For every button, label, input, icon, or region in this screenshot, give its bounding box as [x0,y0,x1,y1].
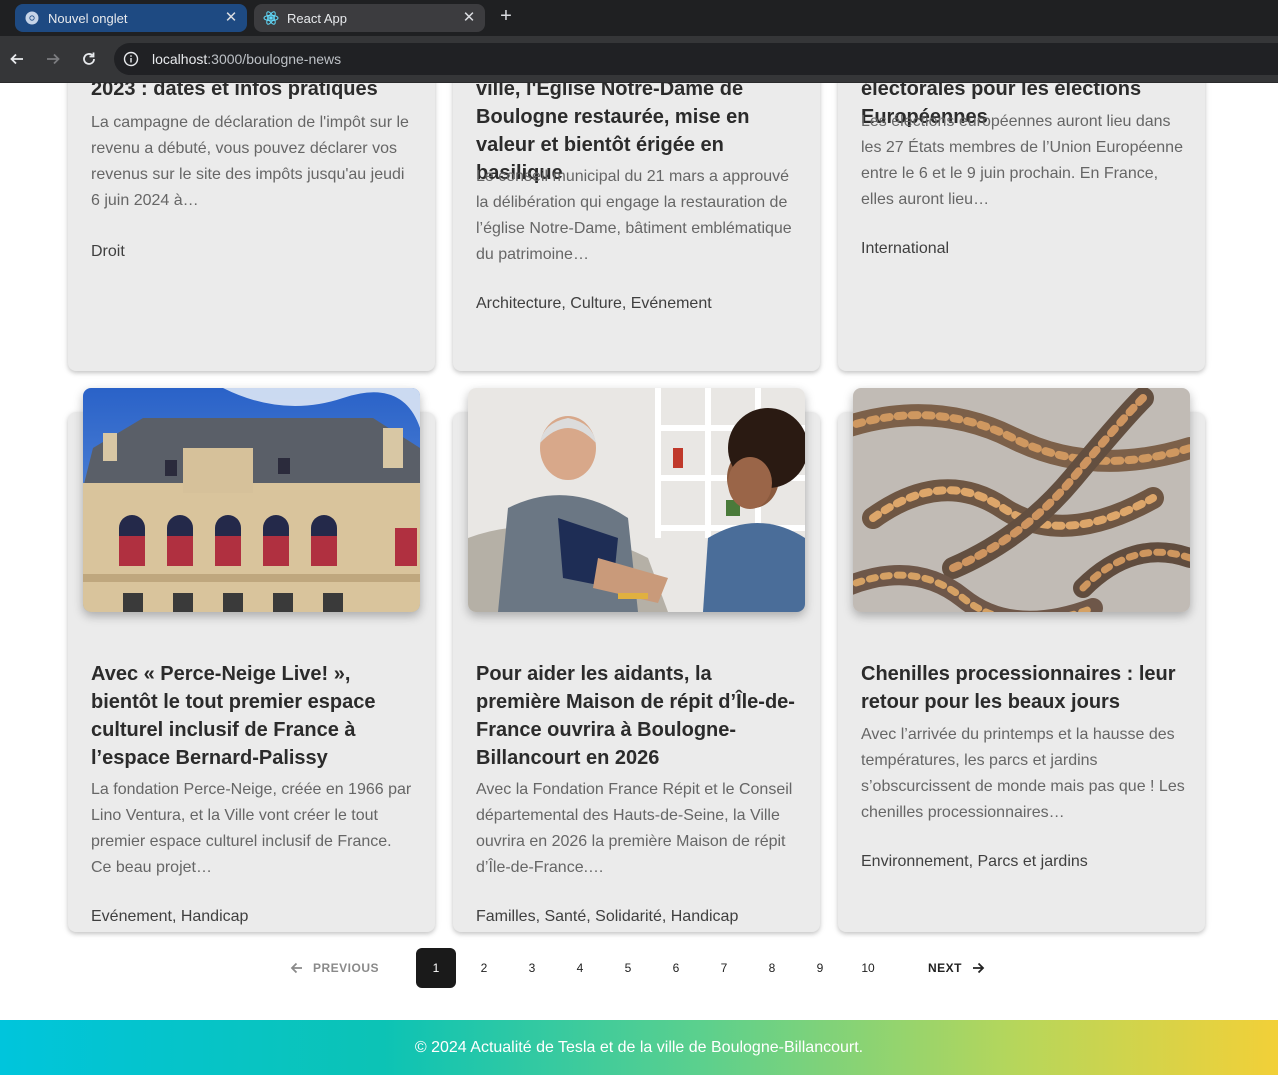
site-footer: © 2024 Actualité de Tesla et de la ville… [0,1020,1278,1075]
tab-title: React App [287,10,347,26]
article-excerpt: Le conseil municipal du 21 mars a approu… [476,168,792,263]
tab-new-tab[interactable]: Nouvel onglet ✕ [15,4,247,32]
browser-toolbar: localhost:3000/boulogne-news [0,36,1278,83]
tab-title: Nouvel onglet [48,10,128,26]
article-excerpt: Les élections européennes auront lieu da… [861,113,1183,208]
pagination: PREVIOUS 1 2 3 4 5 6 7 8 9 10 NEXT [0,948,1278,988]
article-title[interactable]: Pour aider les aidants, la première Mais… [476,660,801,772]
page-button-1[interactable]: 1 [416,948,456,988]
back-arrow-icon[interactable] [6,48,28,70]
address-bar[interactable]: localhost:3000/boulogne-news [114,43,1278,75]
article-excerpt: La campagne de déclaration de l'impôt su… [91,114,409,209]
article-tags: International [861,240,950,257]
article-image[interactable] [468,388,805,612]
page-button-5[interactable]: 5 [608,948,648,988]
page-content: 2023 : dates et infos pratiques La campa… [0,83,1278,1075]
article-tags: Evénement, Handicap [91,908,249,925]
article-card[interactable]: ville, l'Eglise Notre-Dame de Boulogne r… [453,83,820,371]
article-card[interactable]: Pour aider les aidants, la première Mais… [453,388,820,932]
caterpillars-photo [853,388,1190,612]
page-button-3[interactable]: 3 [512,948,552,988]
footer-copyright: © 2024 Actualité de Tesla et de la ville… [414,1038,864,1056]
article-title[interactable]: 2023 : dates et infos pratiques [91,83,416,103]
article-card[interactable]: 2023 : dates et infos pratiques La campa… [68,83,435,371]
page-button-9[interactable]: 9 [800,948,840,988]
page-button-8[interactable]: 8 [752,948,792,988]
article-card[interactable]: Avec « Perce-Neige Live! », bientôt le t… [68,388,435,932]
page-button-2[interactable]: 2 [464,948,504,988]
article-title[interactable]: Avec « Perce-Neige Live! », bientôt le t… [91,660,416,772]
browser-tab-strip: Nouvel onglet ✕ React App ✕ + [0,0,1278,36]
caregiver-photo [468,388,805,612]
forward-arrow-icon[interactable] [42,48,64,70]
page-button-7[interactable]: 7 [704,948,744,988]
article-image[interactable] [853,388,1190,612]
previous-label: PREVIOUS [313,961,380,975]
next-label: NEXT [928,961,963,975]
article-image[interactable] [83,388,420,612]
new-tab-icon[interactable]: + [496,6,516,26]
article-card[interactable]: Chenilles processionnaires : leur retour… [838,388,1205,932]
page-button-10[interactable]: 10 [848,948,888,988]
url-path: :3000/boulogne-news [207,51,342,67]
article-excerpt: La fondation Perce-Neige, créée en 1966 … [91,781,412,876]
next-page-button[interactable]: NEXT [928,948,985,988]
url-text: localhost:3000/boulogne-news [152,51,341,67]
article-tags: Familles, Santé, Solidarité, Handicap [476,908,739,925]
article-excerpt: Avec la Fondation France Répit et le Con… [476,781,793,876]
arrow-right-icon [973,962,985,974]
close-icon[interactable]: ✕ [461,10,477,26]
reload-icon[interactable] [78,48,100,70]
page-button-6[interactable]: 6 [656,948,696,988]
article-card[interactable]: électorales pour les élections Européenn… [838,83,1205,371]
url-host: localhost [152,51,208,67]
article-tags: Environnement, Parcs et jardins [861,853,1088,870]
article-excerpt: Avec l’arrivée du printemps et la hausse… [861,726,1185,821]
previous-page-button[interactable]: PREVIOUS [290,948,379,988]
react-icon [263,10,279,26]
article-tags: Architecture, Culture, Evénement [476,295,712,312]
building-photo [83,388,420,612]
chrome-icon [24,10,40,26]
site-info-icon[interactable] [122,50,140,68]
arrow-left-icon [290,962,302,974]
close-icon[interactable]: ✕ [223,10,239,26]
page-button-4[interactable]: 4 [560,948,600,988]
tab-react-app[interactable]: React App ✕ [254,4,485,32]
article-tags: Droit [91,243,125,260]
article-title[interactable]: Chenilles processionnaires : leur retour… [861,660,1186,716]
